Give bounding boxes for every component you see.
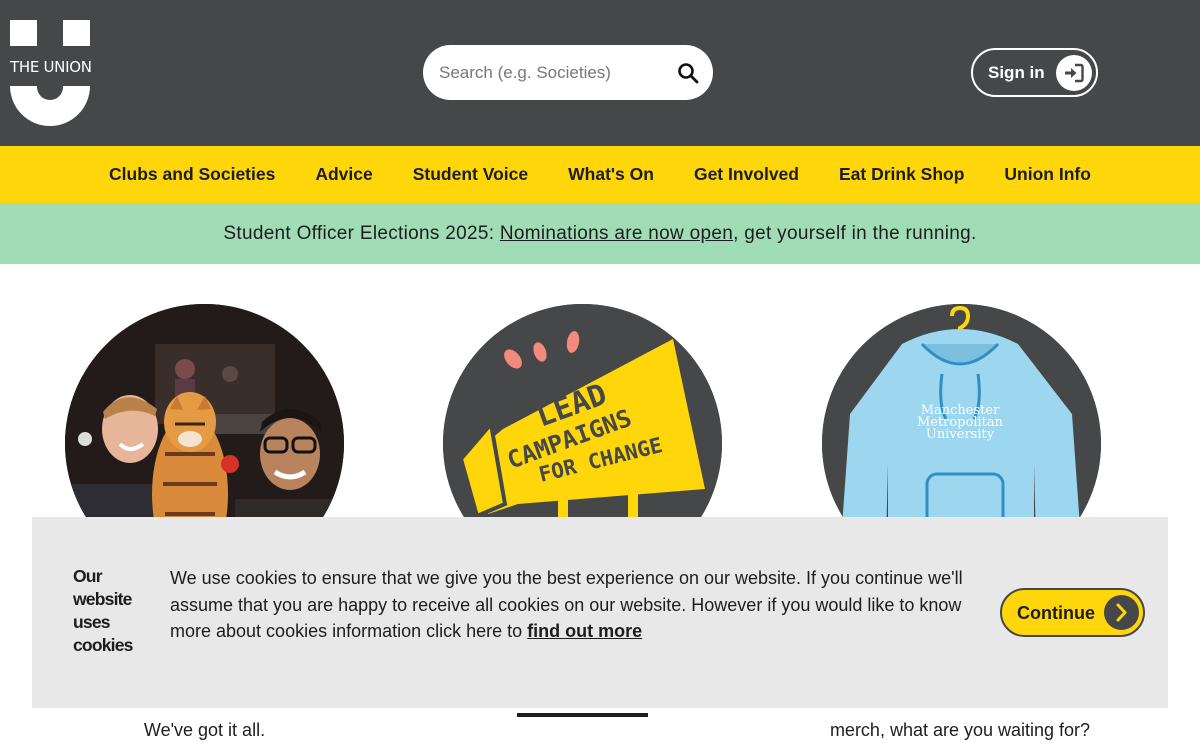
site-header: THE UNION Sign in: [0, 0, 1200, 146]
cookie-continue-button[interactable]: Continue: [1000, 588, 1145, 637]
chevron-right-icon: [1104, 595, 1139, 630]
feature-text-merch-line: merch, what are you waiting for?: [829, 720, 1091, 740]
cookie-message: We use cookies to ensure that we give yo…: [170, 565, 970, 645]
cookie-banner: Our website uses cookies We use cookies …: [32, 517, 1168, 708]
feature-text-clubs-line: We've got it all.: [143, 720, 266, 740]
announcement-bar: Student Officer Elections 2025: Nominati…: [0, 203, 1200, 264]
nav-item-student-voice[interactable]: Student Voice: [413, 164, 528, 185]
logo-text: THE UNION: [10, 58, 92, 76]
logo-square-right: [63, 20, 90, 46]
hoodie-text-line-3: University: [926, 427, 995, 442]
nav-item-clubs-and-societies[interactable]: Clubs and Societies: [109, 164, 275, 185]
continue-label: Continue: [1017, 603, 1095, 623]
feature-text-clubs: We've got it all.: [65, 717, 344, 743]
nav-item-whats-on[interactable]: What's On: [568, 164, 654, 185]
sign-in-button[interactable]: Sign in: [971, 48, 1098, 97]
logo-square-left: [10, 20, 37, 46]
search-input[interactable]: [439, 59, 669, 87]
feature-text-merch: merch, what are you waiting for?: [800, 717, 1120, 743]
union-logo[interactable]: THE UNION: [10, 20, 92, 126]
announcement-link[interactable]: Nominations are now open: [500, 223, 733, 244]
sign-in-icon: [1056, 55, 1092, 91]
nav-item-union-info[interactable]: Union Info: [1004, 164, 1091, 185]
nav-item-advice[interactable]: Advice: [315, 164, 372, 185]
nav-item-get-involved[interactable]: Get Involved: [694, 164, 799, 185]
announcement-suffix: , get yourself in the running.: [733, 223, 977, 244]
feature-link-underline: [517, 713, 648, 717]
main-nav: Clubs and Societies Advice Student Voice…: [0, 146, 1200, 203]
sign-in-label: Sign in: [988, 63, 1045, 82]
logo-cup-shape: [10, 86, 90, 126]
announcement-prefix: Student Officer Elections 2025:: [223, 223, 500, 244]
cookie-find-out-more-link[interactable]: find out more: [527, 621, 642, 641]
nav-item-eat-drink-shop[interactable]: Eat Drink Shop: [839, 164, 964, 185]
cookie-title: Our website uses cookies: [73, 566, 133, 655]
search-bar: [423, 45, 713, 100]
search-icon[interactable]: [677, 62, 699, 84]
